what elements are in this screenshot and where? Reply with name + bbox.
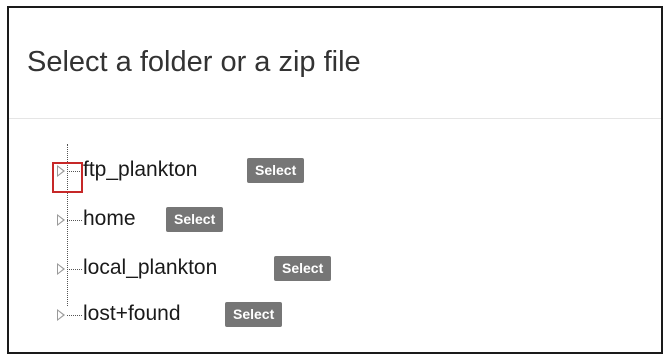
expand-triangle-icon[interactable] [57, 263, 65, 275]
select-button-local-plankton[interactable]: Select [274, 256, 332, 281]
expand-triangle-icon[interactable] [57, 214, 65, 226]
dialog-header: Select a folder or a zip file [9, 8, 661, 119]
select-folder-dialog: Select a folder or a zip file ftp_plankt… [7, 6, 663, 354]
select-button-lost-found[interactable]: Select [225, 302, 283, 327]
select-button-ftp-plankton[interactable]: Select [247, 158, 305, 183]
tree-connector [67, 315, 82, 316]
folder-label[interactable]: home [83, 206, 136, 232]
dialog-title: Select a folder or a zip file [27, 46, 361, 78]
folder-tree: ftp_plankton Select home Select local_pl… [9, 119, 661, 352]
folder-label[interactable]: local_plankton [83, 255, 217, 281]
expand-triangle-icon[interactable] [57, 309, 65, 321]
highlight-box [52, 162, 83, 193]
folder-label[interactable]: ftp_plankton [83, 157, 197, 183]
tree-connector [67, 269, 82, 270]
folder-label[interactable]: lost+found [83, 301, 181, 327]
select-button-home[interactable]: Select [166, 207, 224, 232]
tree-connector [67, 220, 82, 221]
